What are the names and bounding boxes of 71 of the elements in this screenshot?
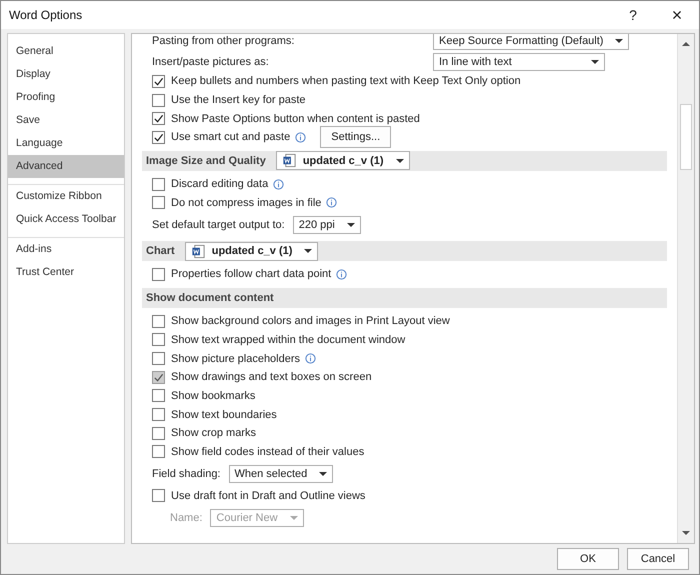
sidebar-item[interactable]: Trust Center	[8, 261, 124, 284]
sidebar-item[interactable]: Language	[8, 132, 124, 155]
window-title: Word Options	[9, 8, 84, 22]
checkbox-label: Show bookmarks	[171, 390, 256, 402]
scrollbar[interactable]	[677, 34, 694, 543]
sidebar-item[interactable]: Quick Access Toolbar	[8, 208, 124, 231]
section-title: Image Size and Quality	[146, 154, 266, 167]
settings-button[interactable]: Settings...	[320, 126, 392, 148]
checkbox[interactable]	[152, 445, 165, 458]
caret-icon	[290, 516, 298, 520]
section-title: Chart	[146, 245, 175, 258]
checkbox-label: Use draft font in Draft and Outline views	[171, 490, 366, 502]
caret-icon	[319, 472, 328, 476]
checkbox-label: Show drawings and text boxes on screen	[171, 371, 372, 384]
cancel-button[interactable]: Cancel	[627, 548, 689, 570]
document-dropdown[interactable]: updated c_v (1)	[184, 242, 318, 261]
checkbox[interactable]	[152, 130, 165, 144]
document-icon	[282, 153, 297, 168]
checkbox-label: Show picture placeholders	[171, 352, 300, 365]
checkbox-label: Use smart cut and paste	[171, 131, 290, 144]
dropdown[interactable]: When selected	[228, 464, 334, 483]
ok-button[interactable]: OK	[557, 548, 619, 570]
setting-label: Name:	[170, 512, 202, 524]
sidebar-item[interactable]: Save	[8, 109, 124, 132]
checkbox-label: Use the Insert key for paste	[171, 94, 306, 106]
sidebar-item[interactable]: Add-ins	[8, 237, 124, 261]
sidebar-item[interactable]: General	[8, 40, 124, 63]
help-button[interactable]: ?	[611, 1, 655, 29]
checkbox[interactable]	[152, 489, 165, 502]
document-dropdown[interactable]: updated c_v (1)	[276, 151, 410, 170]
checkbox-label: Show text boundaries	[171, 408, 277, 421]
close-button[interactable]: ×	[655, 1, 699, 29]
setting-label: Insert/paste pictures as:	[152, 56, 270, 68]
checkbox-label: Keep bullets and numbers when pasting text with Keep Text Only option	[171, 75, 521, 88]
sidebar-item[interactable]: Display	[8, 63, 124, 86]
checkbox[interactable]	[152, 112, 165, 126]
document-icon	[190, 244, 206, 259]
dropdown[interactable]: Keep Source Formatting (Default)	[433, 34, 630, 50]
checkbox[interactable]	[152, 268, 165, 281]
checkbox[interactable]	[152, 389, 165, 402]
checkbox-label: Show text wrapped within the document window	[171, 334, 406, 346]
sidebar-item[interactable]: Advanced	[8, 155, 124, 178]
checkbox-label: Do not compress images in file	[171, 196, 322, 209]
caret-icon	[346, 222, 355, 227]
checkbox[interactable]	[152, 426, 165, 440]
caret-icon	[591, 60, 599, 64]
sidebar-item[interactable]: Customize Ribbon	[8, 184, 124, 208]
checkbox[interactable]	[152, 178, 165, 191]
section-title: Show document content	[146, 292, 274, 304]
caret-icon	[615, 38, 624, 42]
checkbox[interactable]	[152, 333, 165, 346]
checkbox-label: Show Paste Options button when content is pasted	[171, 112, 420, 125]
sidebar-item[interactable]: Proofing	[8, 86, 124, 109]
caret-icon	[396, 158, 404, 163]
checkbox-label: Show field codes instead of their values	[171, 446, 364, 458]
checkbox[interactable]	[152, 196, 165, 210]
caret-icon	[304, 249, 312, 254]
dropdown[interactable]: 220 ppi	[292, 216, 361, 234]
checkbox[interactable]	[152, 314, 165, 328]
checkbox[interactable]	[152, 94, 165, 107]
checkbox[interactable]	[152, 408, 165, 422]
checkbox-label: Show background colors and images in Print Layout view	[171, 315, 450, 328]
dropdown[interactable]: In line with text	[433, 52, 605, 70]
checkbox[interactable]	[152, 352, 165, 366]
setting-label: Field shading:	[152, 468, 220, 480]
checkbox[interactable]	[152, 74, 165, 88]
checkbox-label: Discard editing data	[171, 178, 268, 190]
setting-label: Set default target output to:	[152, 218, 285, 231]
checkbox-label: Show crop marks	[171, 427, 256, 440]
setting-label: Pasting from other programs:	[152, 34, 296, 46]
checkbox-label: Properties follow chart data point	[171, 268, 332, 280]
